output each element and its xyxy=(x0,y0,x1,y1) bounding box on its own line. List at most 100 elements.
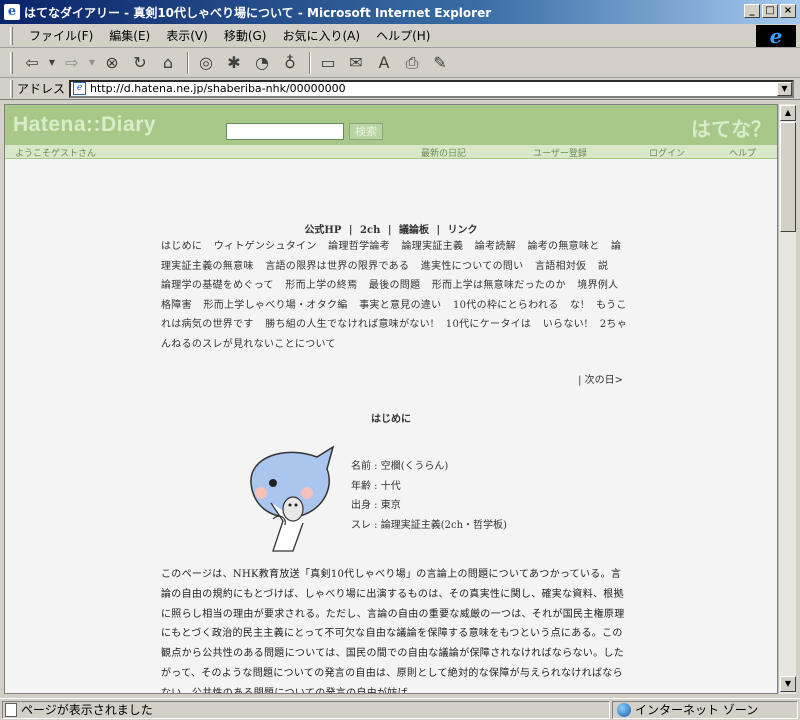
profile-name: 名前 : 空欄(くうらん) xyxy=(351,461,449,472)
hatena-brand-logo[interactable]: はてな？ xyxy=(691,113,771,142)
menu-grip[interactable] xyxy=(10,26,13,45)
back-icon[interactable]: ⇦ xyxy=(19,51,45,75)
status-bar: ページが表示されました インターネット ゾーン xyxy=(0,698,800,720)
status-message-area: ページが表示されました xyxy=(2,700,610,719)
profile-info: 名前 : 空欄(くうらん) 年齢 : 十代 出身 : 東京 スレ : 論理実証主… xyxy=(351,457,507,535)
page-links: 公式HP | 2ch | 議論板 | リンク xyxy=(304,225,478,236)
scroll-down-icon[interactable]: ▼ xyxy=(780,676,796,692)
nav-latest-diary[interactable]: 最新の日記 xyxy=(421,146,466,159)
minimize-button[interactable]: _ xyxy=(744,4,760,18)
search-icon[interactable]: ◎ xyxy=(193,51,219,75)
nav-login[interactable]: ログイン xyxy=(649,146,685,159)
nav-register[interactable]: ユーザー登録 xyxy=(533,146,587,159)
vertical-scrollbar[interactable]: ▲ ▼ xyxy=(778,104,796,694)
mail-icon[interactable]: ✉ xyxy=(343,51,369,75)
forward-icon[interactable]: ⇨ xyxy=(59,51,85,75)
character-illustration xyxy=(250,445,335,552)
font-icon[interactable]: A xyxy=(371,51,397,75)
topic-link[interactable]: 論理哲学論考 xyxy=(328,241,390,252)
page-icon: e xyxy=(73,82,87,95)
topic-link[interactable]: ウィトゲンシュタイン xyxy=(214,241,317,252)
search-input[interactable] xyxy=(226,123,344,140)
menu-edit[interactable]: 編集(E) xyxy=(101,27,158,44)
window-titlebar[interactable]: e はてなダイアリー - 真剣10代しゃべり場について - Microsoft … xyxy=(0,0,800,24)
home-icon[interactable]: ⌂ xyxy=(155,51,181,75)
topic-link[interactable]: 説 xyxy=(598,261,608,272)
edit-icon[interactable]: ✎ xyxy=(427,51,453,75)
topic-link[interactable]: 勝ち組の人生でなければ意味がない! xyxy=(265,319,434,330)
topic-link[interactable]: 最後の問題 xyxy=(369,280,421,291)
stop-icon[interactable]: ⊗ xyxy=(99,51,125,75)
window-title: はてなダイアリー - 真剣10代しゃべり場について - Microsoft In… xyxy=(24,5,492,20)
link-2ch[interactable]: 2ch xyxy=(360,225,380,236)
toolbar-separator xyxy=(309,51,311,74)
profile-thread: スレ : 論理実証主義(2ch・哲学板) xyxy=(351,519,507,531)
hatena-header: Hatena::Diary 検索 はてな？ xyxy=(5,105,777,145)
menu-view[interactable]: 表示(V) xyxy=(158,27,216,44)
address-bar: アドレス e http://d.hatena.ne.jp/shaberiba-n… xyxy=(0,78,800,100)
profile-origin: 出身 : 東京 xyxy=(351,500,401,511)
link-discussion-board[interactable]: 議論板 xyxy=(399,225,429,236)
menu-favorites[interactable]: お気に入り(A) xyxy=(274,27,368,44)
nav-help[interactable]: ヘルプ xyxy=(729,146,756,159)
toolbar: ⇦ ▼ ⇨ ▼ ⊗ ↻ ⌂ ◎ ✱ ◔ ♁ ▭ ✉ A ⎙ ✎ xyxy=(0,48,800,78)
window-controls: _ □ × xyxy=(744,4,796,18)
menu-help[interactable]: ヘルプ(H) xyxy=(368,27,438,44)
topic-link[interactable]: いらない! xyxy=(543,319,589,330)
address-label: アドレス xyxy=(17,82,66,96)
maximize-button[interactable]: □ xyxy=(762,4,778,18)
address-dropdown-icon[interactable]: ▼ xyxy=(777,81,792,96)
profile-age: 年齢 : 十代 xyxy=(351,480,401,492)
link-links[interactable]: リンク xyxy=(448,225,478,236)
topic-link[interactable]: 形而上学は無意味だったのか xyxy=(432,280,566,291)
topic-link[interactable]: 言語の限界は世界の限界である xyxy=(265,261,409,272)
next-day-link[interactable]: | 次の日> xyxy=(578,371,623,386)
menu-go[interactable]: 移動(G) xyxy=(216,27,275,44)
link-official-hp[interactable]: 公式HP xyxy=(304,225,341,236)
page-content: Hatena::Diary 検索 はてな？ ようこそゲストさん 最新の日記 ユー… xyxy=(4,104,778,694)
forward-dropdown-icon[interactable]: ▼ xyxy=(87,51,97,75)
topic-link[interactable]: 論考読解 xyxy=(475,241,516,252)
close-button[interactable]: × xyxy=(780,4,796,18)
ie-logo-icon: e xyxy=(756,25,796,47)
menu-bar: ファイル(F) 編集(E) 表示(V) 移動(G) お気に入り(A) ヘルプ(H… xyxy=(0,24,800,48)
status-message: ページが表示されました xyxy=(21,703,153,717)
document-icon xyxy=(5,702,17,717)
topic-link[interactable]: 論考の無意味と xyxy=(527,241,599,252)
favorites-icon[interactable]: ✱ xyxy=(221,51,247,75)
section-title: はじめに xyxy=(371,414,411,425)
toolbar-grip[interactable] xyxy=(10,51,13,74)
intro-paragraph: このページは、NHK教育放送「真剣10代しゃべり場」の言論上の問題についてあつか… xyxy=(161,569,625,694)
topic-link[interactable]: 言語相対仮 xyxy=(535,261,587,272)
address-grip[interactable] xyxy=(10,79,13,98)
zone-label: インターネット ゾーン xyxy=(635,703,759,717)
security-zone: インターネット ゾーン xyxy=(612,700,798,719)
topic-link[interactable]: 事実と意見の違い xyxy=(359,300,441,311)
menu-file[interactable]: ファイル(F) xyxy=(21,27,101,44)
topic-link[interactable]: 10代の枠にとらわれる xyxy=(453,300,559,311)
topic-link[interactable]: 形而上学の終焉 xyxy=(285,280,357,291)
scroll-thumb[interactable] xyxy=(780,122,796,232)
address-url: http://d.hatena.ne.jp/shaberiba-nhk/0000… xyxy=(90,82,346,95)
welcome-text: ようこそゲストさん xyxy=(15,149,97,159)
topic-link[interactable]: はじめに xyxy=(161,241,202,252)
topic-link[interactable]: 10代にケータイは xyxy=(446,319,531,330)
topic-link[interactable]: 形而上学しゃべり場・オタク編 xyxy=(203,300,347,311)
topic-link[interactable]: 進実性についての問い xyxy=(421,261,524,272)
scroll-up-icon[interactable]: ▲ xyxy=(780,105,796,121)
fullscreen-icon[interactable]: ▭ xyxy=(315,51,341,75)
history-icon[interactable]: ◔ xyxy=(249,51,275,75)
refresh-icon[interactable]: ↻ xyxy=(127,51,153,75)
channels-icon[interactable]: ♁ xyxy=(277,51,303,75)
print-icon[interactable]: ⎙ xyxy=(399,51,425,75)
toolbar-separator xyxy=(187,51,189,74)
topic-link[interactable]: 論理実証主義 xyxy=(401,241,463,252)
ie-page-icon: e xyxy=(4,4,20,20)
address-input[interactable]: e http://d.hatena.ne.jp/shaberiba-nhk/00… xyxy=(69,79,794,98)
search-button[interactable]: 検索 xyxy=(349,123,383,140)
topic-link[interactable]: 論理学の基礎をめぐって xyxy=(161,280,274,291)
topic-list: はじめに ウィトゲンシュタイン 論理哲学論考 論理実証主義 論考読解 論考の無意… xyxy=(161,237,627,354)
back-dropdown-icon[interactable]: ▼ xyxy=(47,51,57,75)
hatena-diary-logo[interactable]: Hatena::Diary xyxy=(13,113,156,137)
topic-link[interactable]: な! xyxy=(570,300,585,311)
